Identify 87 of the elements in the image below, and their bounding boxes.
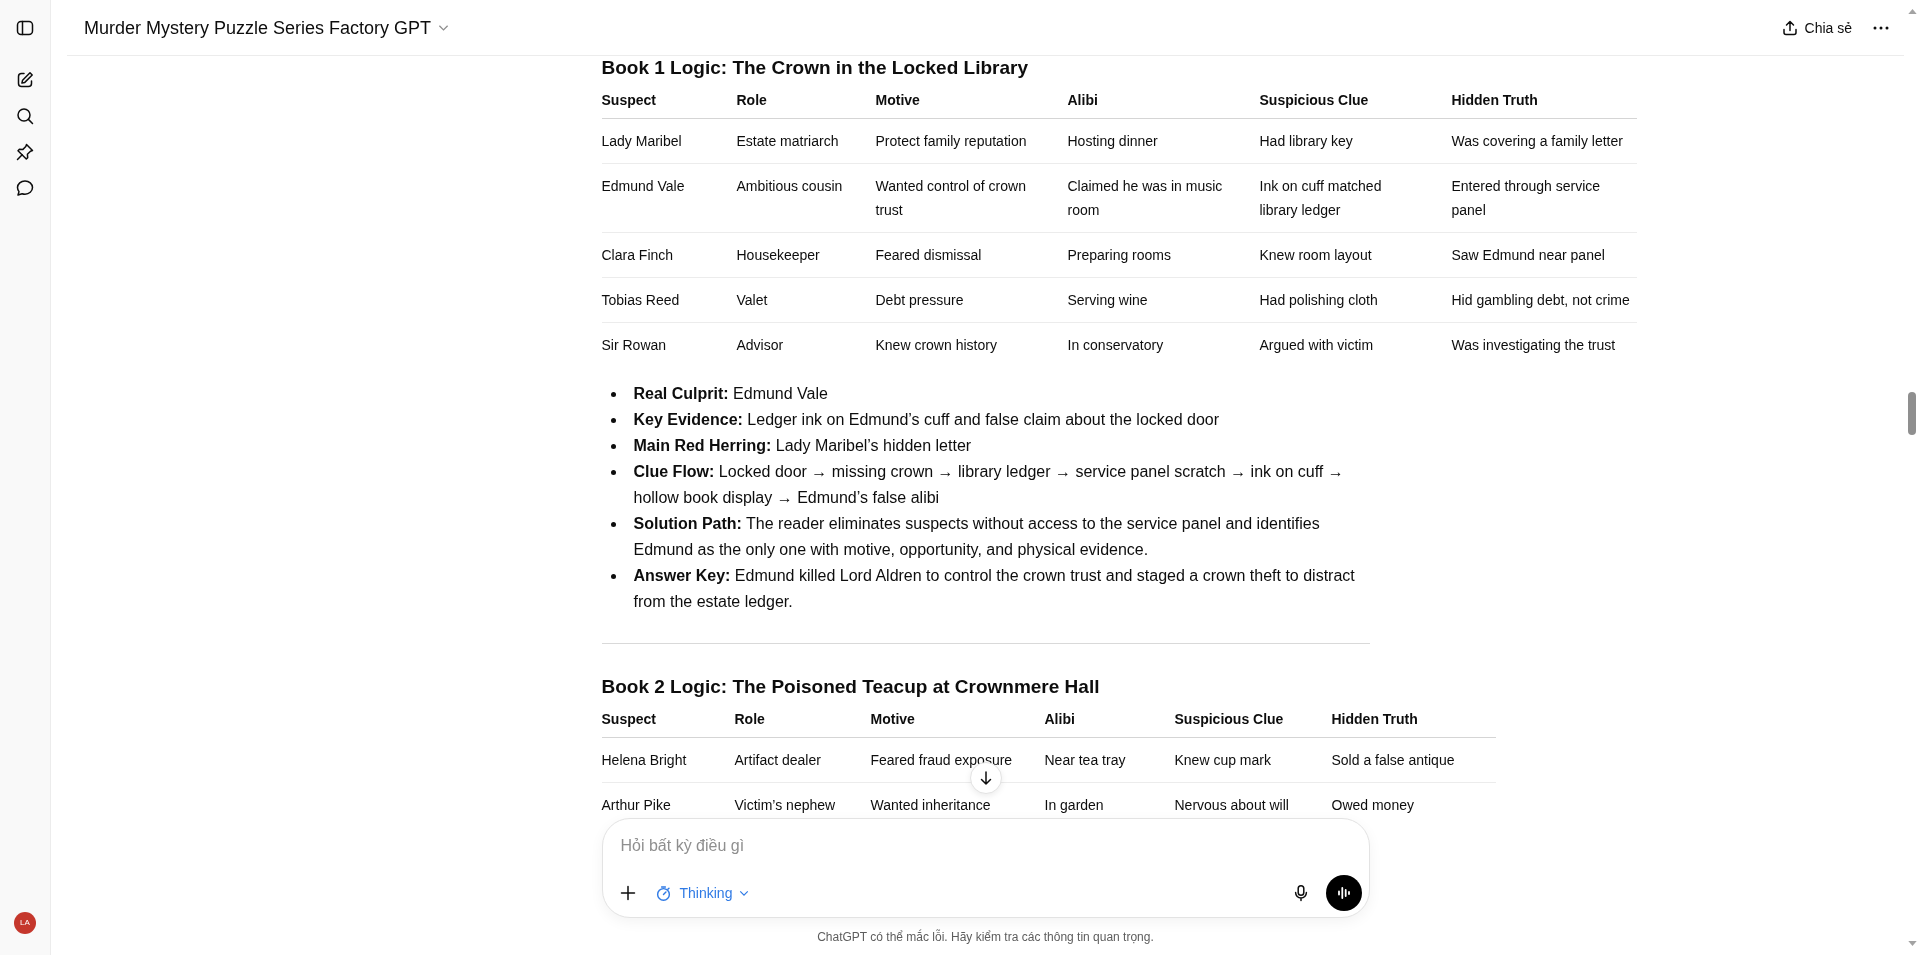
table-cell: Knew cup mark [1158,737,1316,783]
table-cell: Artifact dealer [718,737,855,783]
table-cell: Housekeeper [720,232,860,278]
table-cell: Wanted control of crown trust [859,163,1052,233]
search-icon[interactable] [15,106,35,126]
table-header-cell: Motive [854,703,1029,738]
table-cell: Claimed he was in music room [1051,163,1244,233]
plus-icon[interactable] [618,884,637,902]
table-header-cell: Suspect [601,84,721,119]
edit-icon[interactable] [15,70,35,90]
bullet-icon [610,574,616,579]
chevron-down-icon [739,889,750,897]
bullet-icon [610,392,616,397]
table-header-cell: Role [720,84,860,119]
table-cell: Protect family reputation [859,118,1052,164]
table-cell: Had polishing cloth [1243,277,1436,323]
table-header-cell: Alibi [1051,84,1244,119]
message-input[interactable]: Hỏi bất kỳ điều gì [612,834,1121,858]
section-heading: Book 2 Logic: The Poisoned Teacup at Crownmere Hall [601,675,1101,699]
table-cell: Clara Finch [601,232,721,278]
table-cell: Saw Edmund near panel [1435,232,1637,278]
chevron-down-icon [438,23,450,32]
table-cell: Argued with victim [1243,322,1436,367]
table-cell: Sir Rowan [601,322,721,367]
table-cell: Helena Bright [601,737,719,783]
table-cell: Knew crown history [859,322,1052,367]
mode-picker-button[interactable]: Thinking [650,883,754,903]
stopwatch-icon [654,884,672,902]
table-cell: Feared dismissal [859,232,1052,278]
share-button[interactable]: Chia sẻ [1780,17,1852,38]
table-cell: Had library key [1243,118,1436,164]
table-cell: Advisor [720,322,860,367]
table-header-cell: Alibi [1028,703,1159,738]
waveform-icon [1336,886,1351,900]
table-cell: In conservatory [1051,322,1244,367]
section-heading: Book 1 Logic: The Crown in the Locked Library [601,56,1029,80]
table-cell: Victim’s nephew [718,782,855,827]
sidebar-icon[interactable] [15,18,35,38]
table-cell: In garden [1028,782,1159,827]
upload-icon [1780,18,1799,37]
table-header-cell: Hidden Truth [1315,703,1496,738]
table-cell: Estate matriarch [720,118,860,164]
table-header-cell: Hidden Truth [1435,84,1637,119]
table-cell: Valet [720,277,860,323]
table-cell: Hid gambling debt, not crime [1435,277,1637,323]
ellipsis-icon[interactable] [1873,25,1889,30]
table-header-cell: Motive [859,84,1052,119]
table-cell: Ambitious cousin [720,163,860,233]
table-header-cell: Suspicious Clue [1243,84,1436,119]
disclaimer-text: ChatGPT có thể mắc lỗi. Hãy kiểm tra các thông tin quan trọng. [817,929,1154,945]
table-header-cell: Suspect [601,703,719,738]
bullet-text: Key Evidence: Ledger ink on Edmund’s cuff and false claim about the locked door [633,410,1221,430]
bullet-icon [610,444,616,449]
bullet-text: Main Red Herring: Lady Maribel’s hidden letter [633,436,973,456]
bullet-icon [610,522,616,527]
table-cell: Knew room layout [1243,232,1436,278]
bullet-icon [610,470,616,475]
bullet-text: Real Culprit: Edmund Vale [633,384,829,404]
table-cell: Owed money [1315,782,1496,827]
table-cell: Arthur Pike [601,782,719,827]
voice-button[interactable] [1325,875,1362,911]
table-cell: Sold a false antique [1315,737,1496,783]
chat-title-button[interactable]: Murder Mystery Puzzle Series Factory GPT [84,15,450,40]
table-cell: Entered through service panel [1435,163,1637,233]
table-cell: Wanted inheritance [854,782,1029,827]
table-cell: Was covering a family letter [1435,118,1637,164]
table-cell: Nervous about will [1158,782,1316,827]
table-cell: Serving wine [1051,277,1244,323]
table-header-cell: Suspicious Clue [1158,703,1316,738]
bullet-text: Solution Path: The reader eliminates suspects without access to the service panel and identifies Edmund as the only one with motive, opportunity, and physical evidence. [633,514,1321,560]
pin-icon[interactable] [15,142,35,162]
table-cell: Lady Maribel [601,118,721,164]
chat-bubble-icon[interactable] [15,178,35,198]
scrollbar-thumb[interactable] [1908,392,1916,435]
table-cell: Hosting dinner [1051,118,1244,164]
table-header-cell: Role [718,703,855,738]
table-cell: Tobias Reed [601,277,721,323]
user-avatar[interactable]: LA [14,912,36,934]
bullet-text: Clue Flow: Locked door → missing crown → library ledger → service panel scratch → ink on cuff → hollow book display → Edmund’s false alibi [633,462,1345,508]
table-cell: Debt pressure [859,277,1052,323]
bullet-icon [610,418,616,423]
table-cell: Near tea tray [1028,737,1159,783]
table-cell: Was investigating the trust [1435,322,1637,367]
bullet-text: Answer Key: Edmund killed Lord Aldren to control the crown trust and staged a crown theft to distract from the estate ledger. [633,566,1356,612]
table-cell: Ink on cuff matched library ledger [1243,163,1436,233]
table-cell: Preparing rooms [1051,232,1244,278]
table-cell: Edmund Vale [601,163,721,233]
